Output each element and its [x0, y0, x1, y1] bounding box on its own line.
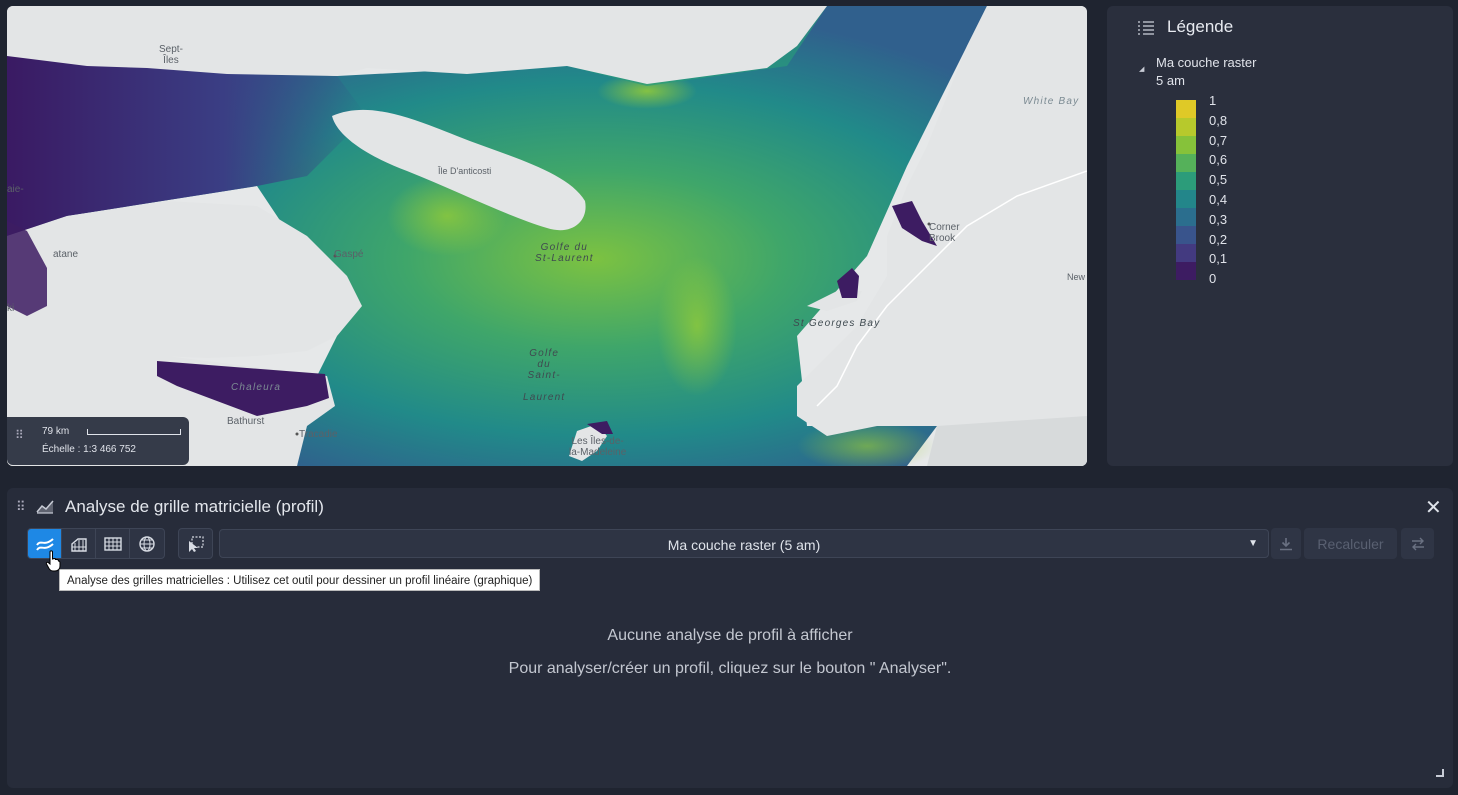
map-label-golfe-saint-laurent: Golfe du Saint- Laurent [523, 348, 566, 403]
legend-layer-subtitle: 5 am [1156, 73, 1185, 88]
color-ramp-step [1176, 172, 1196, 191]
grid-table-button[interactable] [96, 529, 130, 558]
color-ramp [1176, 100, 1196, 280]
map-label-anticosti: Île D'anticosti [438, 166, 492, 176]
panel-title: Analyse de grille matricielle (profil) [65, 497, 324, 516]
color-ramp-step [1176, 100, 1196, 119]
area-profile-icon [70, 537, 87, 552]
globe-icon [139, 535, 155, 552]
color-ramp-step [1176, 226, 1196, 245]
map-label-white-bay: White Bay [1023, 96, 1080, 107]
color-ramp-step [1176, 118, 1196, 137]
download-button[interactable] [1271, 528, 1301, 559]
color-ramp-step [1176, 262, 1196, 280]
empty-state-title: Aucune analyse de profil à afficher [607, 627, 853, 644]
color-ramp-step [1176, 244, 1196, 263]
color-ramp-label: 0,2 [1209, 231, 1228, 247]
empty-state-hint: Pour analyser/créer un profil, cliquez s… [508, 660, 952, 677]
map-label-madeleine: Les Îles-de- la-Madeleine [569, 436, 627, 458]
download-icon [1280, 537, 1292, 550]
profile-analysis-panel: ⠿ Analyse de grille matricielle (profil)… [7, 488, 1453, 788]
layer-select[interactable]: Ma couche raster (5 am) ▼ [219, 529, 1269, 558]
color-ramp-label: 0,6 [1209, 152, 1228, 168]
map-label-sept-iles: Sept- Îles [159, 44, 183, 66]
cursor-select-icon [188, 535, 204, 552]
scale-widget[interactable]: ⠿ 79 km Échelle : 1:3 466 752 [7, 417, 189, 465]
map-label-matane: atane [53, 249, 79, 260]
list-icon [1138, 21, 1154, 35]
map-label-tracadie: Tracadie [299, 429, 338, 440]
map-label-rimouski: ki [7, 303, 15, 314]
map-label-golfe-st-laurent: Golfe du St-Laurent [535, 242, 594, 264]
legend-panel: Légende ◢ Ma couche raster 5 am 1 0,8 0,7 0… [1107, 6, 1453, 466]
tooltip: Analyse des grilles matricielles : Utili… [59, 569, 541, 591]
color-ramp-label: 0 [1209, 271, 1217, 287]
map-label-chaleur: Chaleura [231, 382, 282, 393]
scale-distance: 79 km [42, 426, 70, 437]
color-ramp-label: 0,4 [1209, 192, 1228, 207]
area-profile-button[interactable] [62, 529, 96, 558]
profile-chart-icon [36, 500, 54, 514]
legend-title: Légende [1167, 17, 1234, 36]
color-ramp-label: 0,7 [1209, 132, 1228, 148]
layer-select-value: Ma couche raster (5 am) [667, 537, 821, 553]
color-ramp-label: 0,5 [1209, 172, 1228, 188]
map-label-st-georges-bay: St Georges Bay [793, 318, 881, 329]
table-icon [103, 536, 122, 551]
scale-bar [87, 429, 181, 435]
select-feature-button[interactable] [178, 528, 213, 559]
color-ramp-label: 0,8 [1209, 112, 1228, 128]
recalculate-button[interactable]: Recalculer [1304, 528, 1397, 559]
drag-handle-icon[interactable]: ⠿ [15, 428, 24, 442]
close-icon[interactable]: ✕ [1425, 495, 1442, 520]
panel-drag-handle-icon[interactable]: ⠿ [16, 499, 25, 515]
resize-handle-icon[interactable] [1436, 769, 1444, 777]
globe-button[interactable] [130, 529, 164, 558]
color-ramp-label: 1 [1209, 93, 1217, 108]
map-label-corner-brook: Corner Brook [929, 222, 960, 244]
color-ramp-label: 0,3 [1209, 211, 1228, 227]
color-ramp-step [1176, 190, 1196, 209]
scale-ratio: Échelle : 1:3 466 752 [42, 444, 136, 455]
color-ramp-step [1176, 154, 1196, 173]
swap-icon [1411, 537, 1424, 550]
swap-button[interactable] [1401, 528, 1434, 559]
chevron-down-icon: ▼ [1248, 538, 1258, 549]
color-ramp-step [1176, 208, 1196, 227]
hand-cursor-icon [45, 550, 61, 572]
legend-layer-name: Ma couche raster [1156, 55, 1257, 70]
map-label-bathurst: Bathurst [227, 416, 265, 427]
color-ramp-step [1176, 136, 1196, 155]
map-view[interactable]: Sept- Îles aie- atane ki Île D'anticosti… [7, 6, 1087, 466]
map-label-gaspe: Gaspé [334, 249, 364, 260]
map-label-baie: aie- [7, 184, 24, 195]
map-label-newfoundland: New [1067, 272, 1086, 282]
collapse-caret-icon[interactable]: ◢ [1139, 65, 1144, 73]
color-ramp-label: 0,1 [1209, 251, 1228, 267]
